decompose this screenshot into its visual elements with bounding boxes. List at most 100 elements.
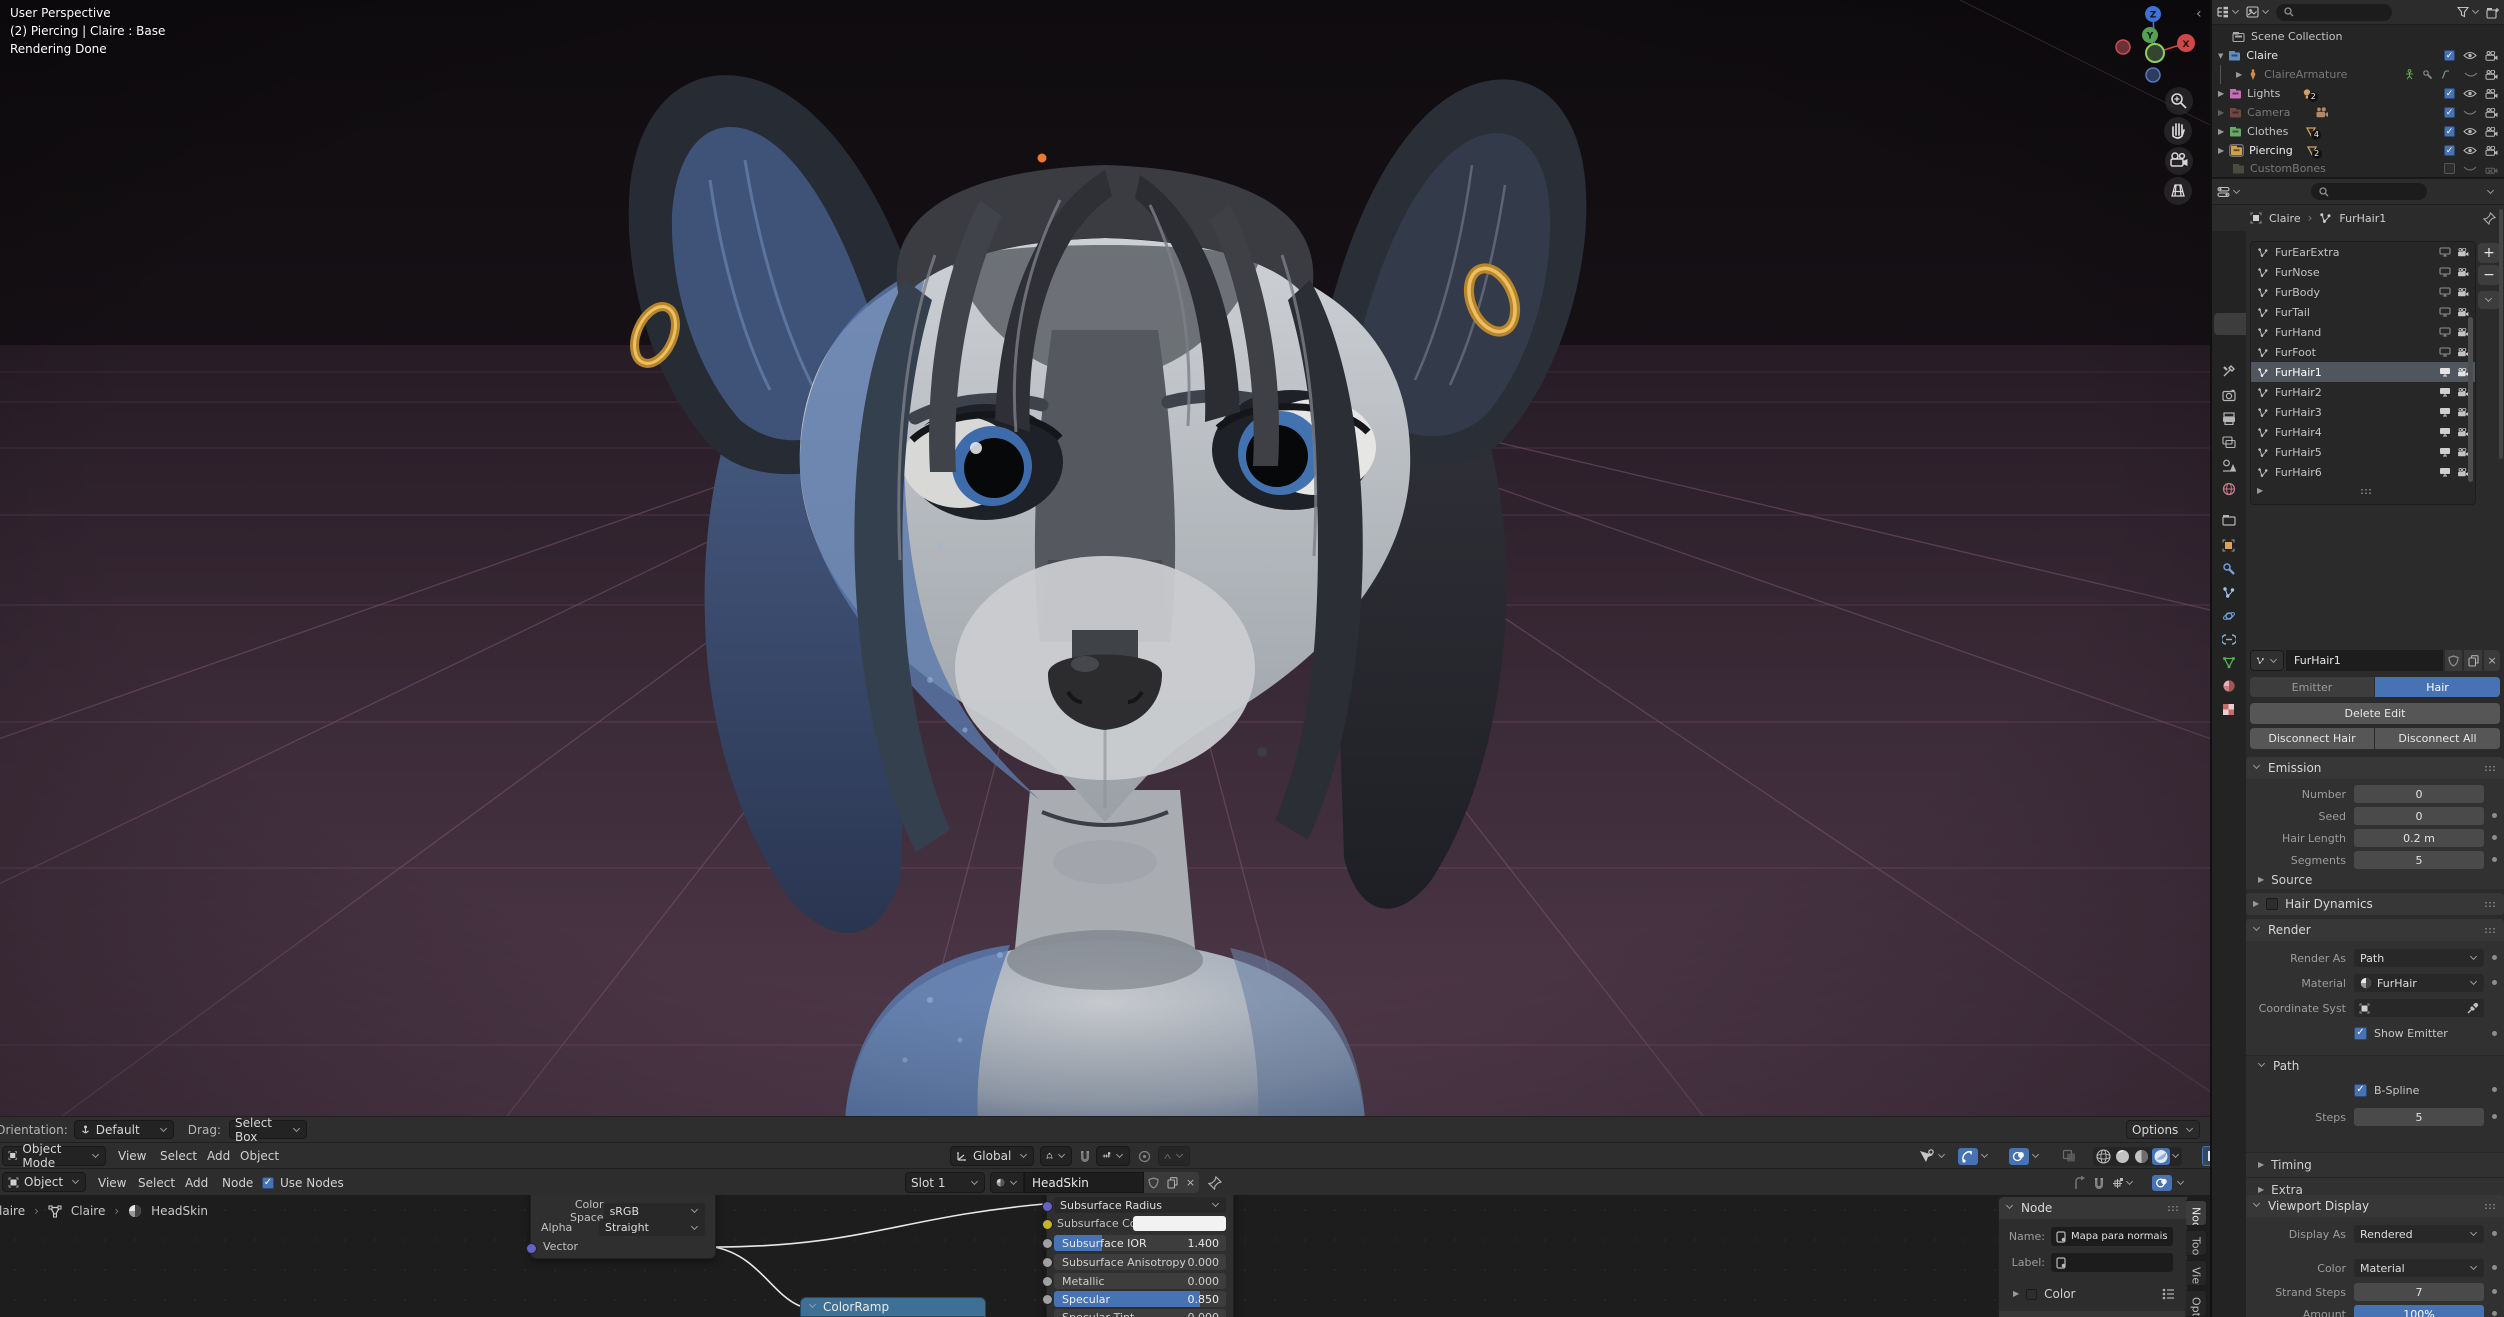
- viewport-display-header[interactable]: Viewport Display: [2246, 1195, 2504, 1217]
- list-scrollbar[interactable]: [2468, 317, 2473, 482]
- sh-menu-add[interactable]: Add: [185, 1176, 208, 1190]
- proportional-edit-icon[interactable]: [1138, 1150, 1151, 1163]
- amount-dot[interactable]: [2492, 1311, 2497, 1316]
- alpha-dropdown[interactable]: Straight: [599, 1219, 705, 1236]
- bspline-checkbox[interactable]: ✓: [2354, 1084, 2367, 1097]
- camera-icon[interactable]: [2485, 145, 2498, 156]
- seed-animate-dot[interactable]: [2492, 813, 2497, 818]
- steps-dot[interactable]: [2492, 1114, 2497, 1119]
- sh-menu-node[interactable]: Node: [222, 1176, 253, 1190]
- anisotropy-socket[interactable]: [1042, 1257, 1053, 1268]
- tab-physics-icon[interactable]: [2222, 609, 2236, 623]
- slot-row-7[interactable]: FurHair2: [2251, 382, 2475, 402]
- expand-icon[interactable]: ▼: [2218, 52, 2223, 60]
- particle-unlink-button[interactable]: ×: [2484, 650, 2500, 671]
- slot-row-11[interactable]: FurHair6: [2251, 462, 2475, 482]
- display-monitor-icon[interactable]: [2439, 347, 2451, 357]
- custombones-checkbox[interactable]: [2444, 163, 2455, 174]
- amount-slider[interactable]: 100%: [2354, 1305, 2484, 1317]
- steps-field[interactable]: 5: [2354, 1108, 2484, 1126]
- expand-icon[interactable]: ▶: [2236, 70, 2242, 79]
- tab-tool-icon[interactable]: [2222, 364, 2236, 378]
- lights-checkbox[interactable]: ✓: [2444, 88, 2455, 99]
- navigation-gizmo[interactable]: Z Y X: [2108, 2, 2208, 92]
- expand-icon[interactable]: ▶: [2218, 127, 2224, 136]
- sidebar-tab-node[interactable]: Node: [2186, 1200, 2207, 1226]
- copy-material-button[interactable]: [1163, 1172, 1182, 1193]
- properties-filter-dropdown[interactable]: [2487, 188, 2495, 196]
- outliner-display-dropdown[interactable]: [2246, 6, 2270, 18]
- material-slot-dropdown[interactable]: Slot 1: [905, 1172, 985, 1193]
- hair-dynamics-grip[interactable]: [2484, 900, 2497, 908]
- list-expand-icon[interactable]: ▶: [2257, 487, 2263, 495]
- tab-object-icon[interactable]: [2222, 539, 2235, 552]
- bspline-dot[interactable]: [2492, 1087, 2497, 1092]
- new-collection-icon[interactable]: [2486, 6, 2500, 19]
- camera-icon[interactable]: [2485, 88, 2498, 99]
- tab-particles-icon-active[interactable]: [2222, 586, 2236, 599]
- expand-icon[interactable]: ▶: [2218, 89, 2224, 98]
- breadcrumb-object-name[interactable]: Claire: [2269, 212, 2301, 225]
- path-header[interactable]: Path: [2246, 1056, 2504, 1076]
- tab-scene-icon[interactable]: [2222, 459, 2236, 472]
- properties-pin-icon[interactable]: [2483, 211, 2496, 225]
- seed-field[interactable]: 0: [2354, 807, 2484, 825]
- remove-slot-button[interactable]: −: [2478, 265, 2500, 285]
- list-resize-grip[interactable]: [2359, 487, 2373, 495]
- render-camera-icon[interactable]: [2457, 267, 2469, 277]
- pivot-point-dropdown[interactable]: [1040, 1146, 1072, 1166]
- disconnect-hair-button[interactable]: Disconnect Hair: [2250, 728, 2374, 749]
- outliner-row-custombones[interactable]: CustomBones: [2212, 160, 2504, 177]
- render-material-dropdown[interactable]: FurHair: [2354, 974, 2484, 992]
- material-dot[interactable]: [2492, 980, 2497, 985]
- sidebar-tab-view[interactable]: View: [2186, 1260, 2207, 1286]
- eye-icon[interactable]: [2463, 89, 2477, 98]
- color-expand-arrow[interactable]: ▶: [2013, 1290, 2019, 1298]
- outliner-row-clairearmature[interactable]: ▶ ClaireArmature: [2212, 65, 2504, 84]
- render-header[interactable]: Render: [2246, 919, 2504, 941]
- show-gizmo-dropdown[interactable]: [1938, 1152, 1946, 1160]
- slot-row-9[interactable]: FurHair4: [2251, 422, 2475, 442]
- subsurface-color-swatch[interactable]: [1133, 1216, 1226, 1231]
- sidebar-collapse-arrow[interactable]: ‹: [2196, 6, 2202, 22]
- display-monitor-icon[interactable]: [2439, 247, 2451, 257]
- node-name-field[interactable]: Mapa para normais: [2051, 1227, 2173, 1246]
- emission-grip[interactable]: [2484, 764, 2497, 772]
- hair-dynamics-header[interactable]: ▶ Hair Dynamics: [2246, 893, 2504, 915]
- slot-row-3[interactable]: FurTail: [2251, 302, 2475, 322]
- render-as-dot[interactable]: [2492, 955, 2497, 960]
- expand-icon[interactable]: ▶: [2218, 146, 2224, 155]
- display-monitor-icon-on[interactable]: [2439, 387, 2451, 397]
- snap-target-dropdown[interactable]: [1096, 1146, 1130, 1166]
- vp-menu-add[interactable]: Add: [207, 1149, 230, 1163]
- number-field[interactable]: 0: [2354, 785, 2484, 803]
- breadcrumb-particle-name[interactable]: FurHair1: [2339, 212, 2386, 225]
- disconnect-all-button[interactable]: Disconnect All: [2375, 728, 2500, 749]
- radius-socket[interactable]: [1042, 1201, 1053, 1212]
- hair-length-field[interactable]: 0.2 m: [2354, 829, 2484, 847]
- shader-snap-target-dropdown[interactable]: [2111, 1177, 2134, 1190]
- mode-dropdown[interactable]: Object Mode: [2, 1142, 106, 1170]
- principled-node[interactable]: Subsurface Radius Subsurface Colo Subsur…: [1042, 1195, 1234, 1317]
- outliner-type-dropdown[interactable]: [2216, 6, 2240, 18]
- tab-render-icon[interactable]: [2222, 389, 2236, 402]
- slot-row-2[interactable]: FurBody: [2251, 282, 2475, 302]
- coordinate-object-field[interactable]: [2354, 999, 2484, 1017]
- transform-orientation-dropdown[interactable]: Global: [950, 1146, 1034, 1166]
- image-texture-node[interactable]: Color Space sRGB Alpha Straight Vector: [526, 1195, 716, 1259]
- claire-checkbox[interactable]: ✓: [2444, 50, 2455, 61]
- viewport-display-grip[interactable]: [2484, 1202, 2497, 1210]
- tab-hair[interactable]: Hair: [2375, 677, 2500, 697]
- eye-closed-icon[interactable]: [2463, 164, 2477, 173]
- tab-world-icon[interactable]: [2222, 482, 2236, 496]
- timing-subpanel[interactable]: ▶ Timing: [2246, 1152, 2504, 1177]
- specular-slider[interactable]: Specular 0.850: [1054, 1291, 1226, 1307]
- slot-specials-dropdown[interactable]: [2478, 291, 2500, 309]
- outliner-row-clothes[interactable]: ▶ Clothes 4 ✓: [2212, 122, 2504, 141]
- add-slot-button[interactable]: +: [2478, 243, 2500, 263]
- hair-length-animate-dot[interactable]: [2492, 835, 2497, 840]
- color-checkbox[interactable]: [2026, 1288, 2038, 1300]
- tab-viewlayer-icon[interactable]: [2222, 436, 2236, 449]
- expand-icon[interactable]: ▶: [2218, 108, 2224, 117]
- tab-collection-icon[interactable]: [2222, 514, 2236, 526]
